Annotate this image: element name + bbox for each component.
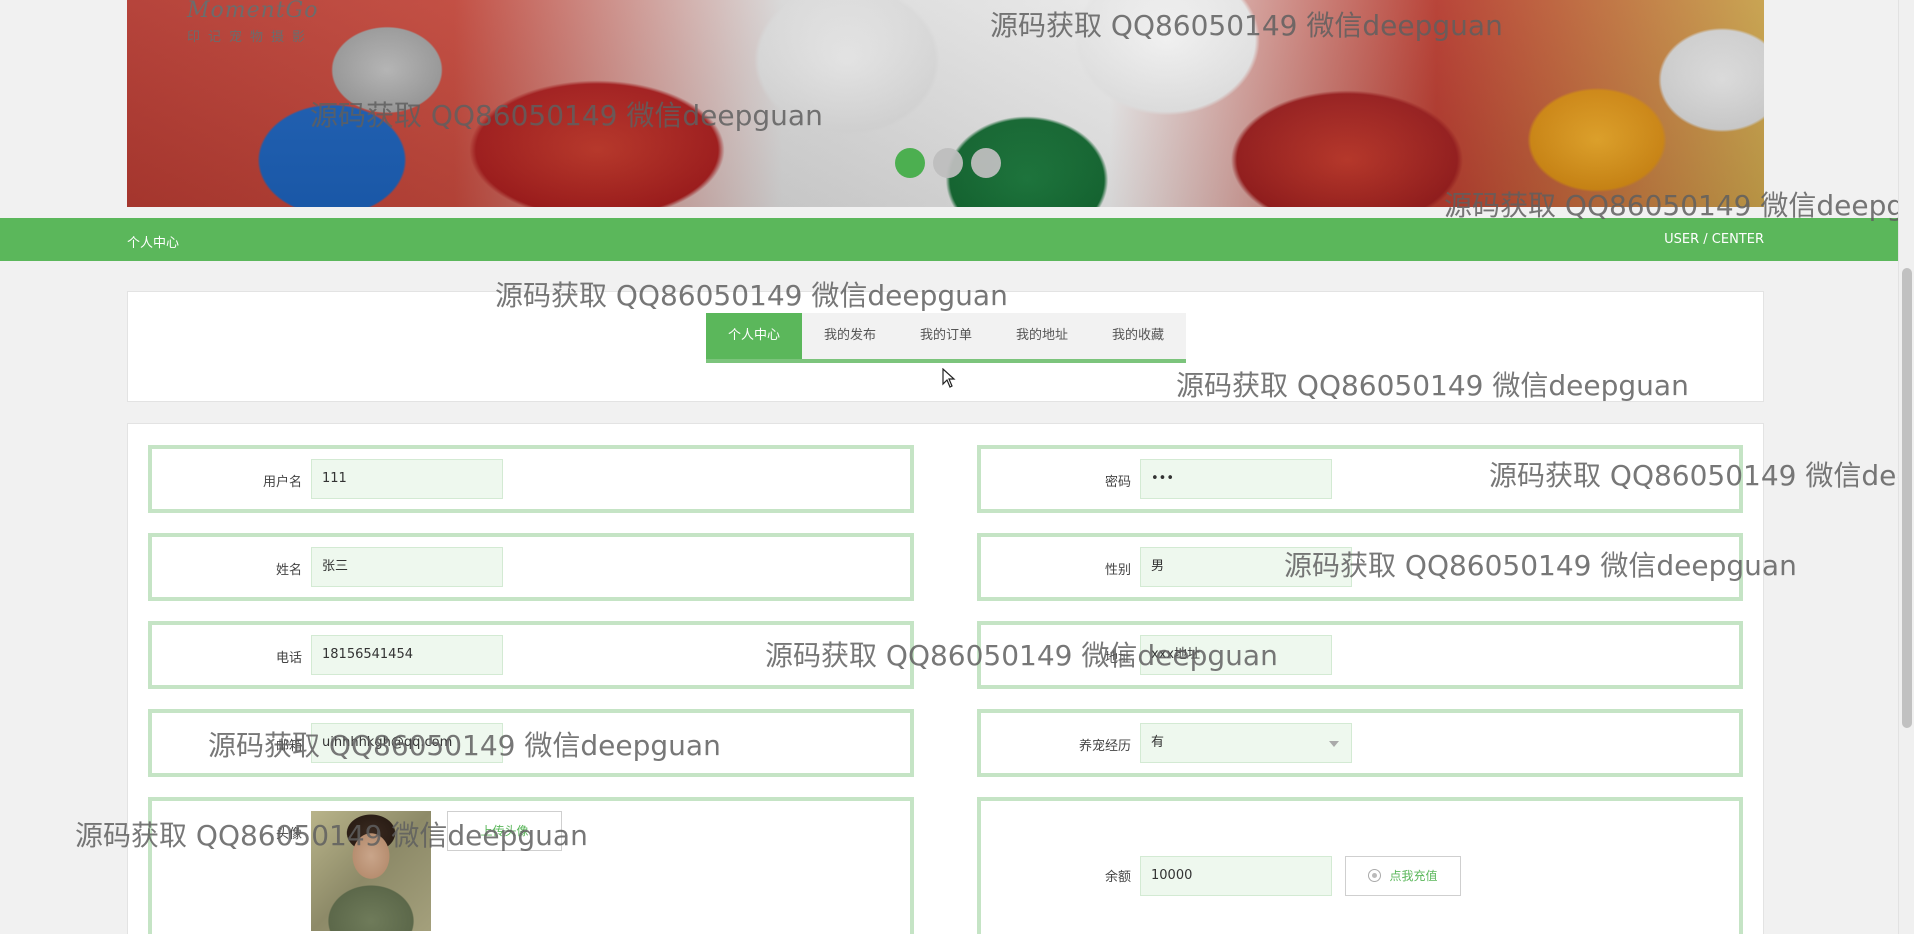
recharge-button[interactable]: 点我充值 [1345, 856, 1461, 896]
tab-bar: 个人中心 我的发布 我的订单 我的地址 我的收藏 [706, 313, 1186, 363]
password-row: 密码 ••• [977, 445, 1743, 513]
balance-input[interactable]: 10000 [1140, 856, 1332, 896]
name-label: 姓名 [275, 563, 302, 578]
email-label: 邮箱 [275, 739, 302, 754]
balance-label: 余额 [1104, 870, 1131, 885]
pet-experience-row: 养宠经历 有 [977, 709, 1743, 777]
tab-personal-center[interactable]: 个人中心 [706, 313, 802, 359]
email-row: 邮箱 uihhhhkgh@qq.com [148, 709, 914, 777]
address-row: 地址 xxx地址 [977, 621, 1743, 689]
section-header-bar: 个人中心 USER / CENTER [0, 218, 1898, 261]
name-input[interactable]: 张三 [311, 547, 503, 587]
username-row: 用户名 111 [148, 445, 914, 513]
banner-carousel[interactable]: MomentGo 印记宠物摄影 [127, 0, 1764, 207]
gender-value: 男 [1151, 559, 1165, 574]
phone-row: 电话 18156541454 [148, 621, 914, 689]
address-input[interactable]: xxx地址 [1140, 635, 1332, 675]
gender-label: 性别 [1104, 563, 1131, 578]
avatar-label: 头像 [275, 827, 302, 842]
gender-row: 性别 男 [977, 533, 1743, 601]
chevron-down-icon [1329, 741, 1339, 747]
banner-brand: MomentGo [187, 0, 319, 23]
upload-avatar-button[interactable]: 上传头像 [447, 811, 562, 851]
recharge-icon [1368, 869, 1382, 882]
email-input[interactable]: uihhhhkgh@qq.com [311, 723, 503, 763]
name-row: 姓名 张三 [148, 533, 914, 601]
tab-my-addresses[interactable]: 我的地址 [994, 313, 1090, 359]
balance-row: 余额 10000 点我充值 [977, 797, 1743, 934]
phone-label: 电话 [275, 651, 302, 666]
username-label: 用户名 [262, 475, 302, 490]
address-label: 地址 [1104, 651, 1131, 666]
carousel-dot-3[interactable] [971, 148, 1001, 178]
section-title: 个人中心 [127, 236, 180, 251]
username-input[interactable]: 111 [311, 459, 503, 499]
carousel-dots [895, 148, 1001, 178]
section-subtitle: USER / CENTER [1664, 232, 1764, 247]
phone-input[interactable]: 18156541454 [311, 635, 503, 675]
password-label: 密码 [1104, 475, 1131, 490]
tab-my-orders[interactable]: 我的订单 [898, 313, 994, 359]
recharge-label: 点我充值 [1389, 869, 1438, 883]
tab-my-posts[interactable]: 我的发布 [802, 313, 898, 359]
page-scrollbar[interactable] [1898, 0, 1914, 934]
banner-brand-sub: 印记宠物摄影 [187, 30, 314, 45]
banner-logo: MomentGo 印记宠物摄影 [187, 0, 367, 48]
avatar [311, 811, 431, 931]
avatar-row: 头像 上传头像 [148, 797, 914, 934]
pet-experience-select[interactable]: 有 [1140, 723, 1352, 763]
carousel-dot-2[interactable] [933, 148, 963, 178]
carousel-dot-1[interactable] [895, 148, 925, 178]
pet-experience-label: 养宠经历 [1078, 739, 1131, 754]
scrollbar-thumb[interactable] [1902, 268, 1912, 728]
password-input[interactable]: ••• [1140, 459, 1332, 499]
gender-select[interactable]: 男 [1140, 547, 1352, 587]
pet-experience-value: 有 [1151, 735, 1165, 750]
profile-form: 用户名 111 密码 ••• 姓名 张三 性别 男 电话 18156541454… [127, 423, 1764, 934]
tab-my-favorites[interactable]: 我的收藏 [1090, 313, 1186, 359]
